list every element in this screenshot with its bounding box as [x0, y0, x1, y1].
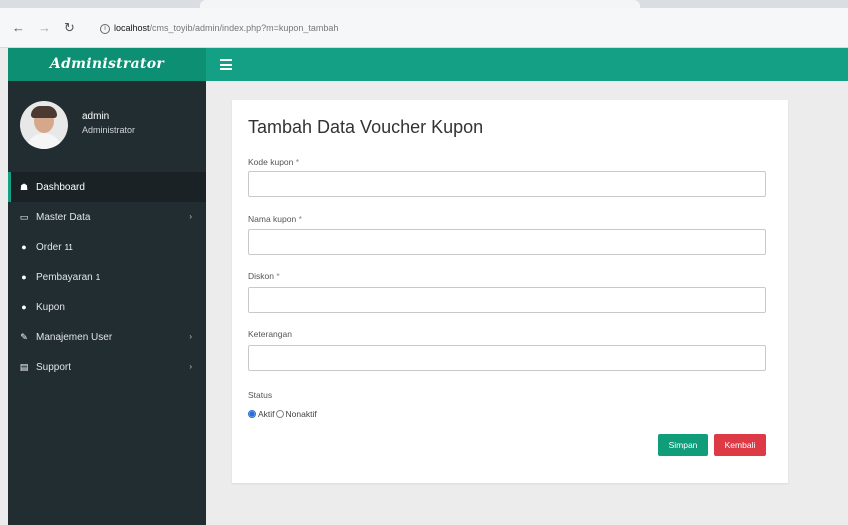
sidebar-item-order[interactable]: ● Order 11 [8, 232, 206, 262]
status-nonaktif-radio[interactable] [275, 410, 284, 418]
list-icon: ▤ [19, 362, 29, 372]
sidebar: admin Administrator ☗ Dashboard ▭ Master Da… [8, 81, 206, 525]
chevron-right-icon: › [189, 332, 192, 341]
user-panel: admin Administrator [8, 81, 206, 171]
diskon-input[interactable] [248, 287, 766, 313]
keterangan-label: Keterangan [248, 329, 292, 339]
circle-icon: ● [21, 242, 27, 252]
chevron-right-icon: › [189, 362, 192, 371]
sidebar-item-manajemen-user[interactable]: ✎ Manajemen User › [8, 322, 206, 352]
circle-icon: ● [21, 302, 27, 312]
sidebar-item-label: Manajemen User [36, 332, 113, 343]
sidebar-item-kupon[interactable]: ● Kupon [8, 292, 206, 322]
browser-tab-strip [0, 0, 848, 8]
sidebar-item-count: 1 [95, 273, 101, 282]
cancel-button[interactable]: Kembali [714, 434, 766, 456]
sidebar-item-label: Dashboard [36, 182, 85, 193]
status-label: Status [248, 390, 273, 400]
nama-kupon-input[interactable] [248, 229, 766, 255]
kode-kupon-input[interactable] [248, 171, 766, 197]
avatar [20, 101, 68, 149]
sidebar-item-support[interactable]: ▤ Support › [8, 352, 206, 382]
save-button[interactable]: Simpan [658, 434, 708, 456]
sidebar-item-dashboard[interactable]: ☗ Dashboard [8, 172, 206, 202]
status-aktif-radio[interactable] [248, 410, 256, 418]
sidebar-item-count: 11 [64, 243, 73, 252]
chevron-right-icon: › [189, 212, 192, 221]
user-role: Administrator [82, 125, 136, 135]
status-nonaktif-label[interactable]: Nonaktif [286, 409, 317, 419]
edit-icon: ✎ [20, 332, 28, 342]
brand-logo[interactable]: Administrator [8, 48, 206, 81]
status-aktif-label[interactable]: Aktif [258, 409, 275, 419]
keterangan-input[interactable] [248, 345, 766, 371]
reload-icon[interactable]: ↻ [64, 20, 75, 36]
back-icon[interactable]: ← [12, 20, 25, 36]
browser-toolbar: ← → ↻ i localhost/cms_toyib/admin/index.p… [0, 8, 848, 48]
nama-kupon-label: Nama kupon * [248, 214, 302, 224]
main-content: Tambah Data Voucher Kupon Kode kupon * N… [206, 81, 848, 525]
forward-icon[interactable]: → [38, 20, 51, 36]
top-navbar [206, 48, 848, 81]
sidebar-item-label: Order [36, 242, 62, 253]
monitor-icon: ▭ [19, 212, 29, 222]
hamburger-icon[interactable] [220, 59, 232, 70]
kode-kupon-label: Kode kupon * [248, 157, 300, 167]
form-card: Tambah Data Voucher Kupon Kode kupon * N… [232, 100, 788, 483]
sidebar-item-master-data[interactable]: ▭ Master Data › [8, 202, 206, 232]
sidebar-item-label: Pembayaran [36, 272, 93, 283]
page-title: Tambah Data Voucher Kupon [248, 117, 484, 137]
url-host: localhost [114, 23, 150, 33]
browser-tab[interactable] [200, 0, 640, 8]
user-name: admin [82, 111, 110, 122]
url-path: /cms_toyib/admin/index.php?m=kupon_tamba… [149, 23, 339, 33]
address-bar[interactable]: i localhost/cms_toyib/admin/index.php?m=k… [100, 18, 820, 38]
sidebar-item-label: Support [36, 362, 72, 373]
status-radio-group: Aktif Nonaktif [248, 408, 317, 420]
dashboard-icon: ☗ [19, 182, 29, 192]
diskon-label: Diskon * [248, 271, 280, 281]
site-info-icon[interactable]: i [100, 23, 110, 34]
sidebar-item-label: Kupon [36, 302, 65, 313]
sidebar-item-pembayaran[interactable]: ● Pembayaran 1 [8, 262, 206, 292]
sidebar-item-label: Master Data [36, 212, 91, 223]
circle-icon: ● [21, 272, 27, 282]
